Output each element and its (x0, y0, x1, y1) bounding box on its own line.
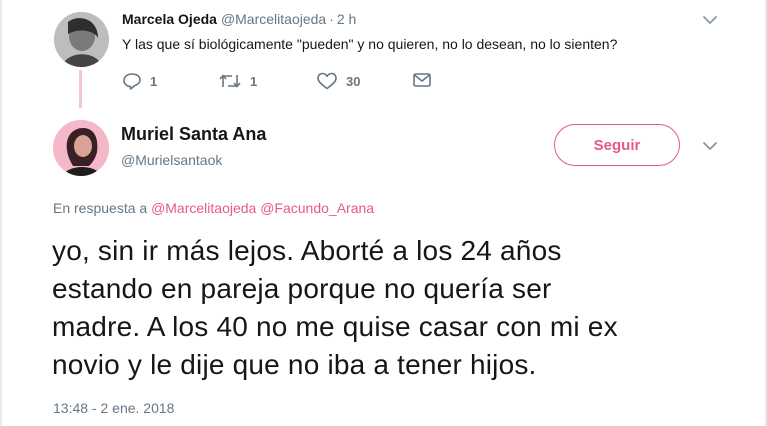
follow-button[interactable]: Seguir (554, 124, 680, 166)
avatar[interactable] (53, 120, 109, 176)
tweet-text-line: madre. A los 40 no me quise casar con mi… (52, 311, 618, 342)
tweet-time[interactable]: 2 h (337, 11, 356, 27)
reply-button[interactable]: 1 (122, 72, 157, 90)
tweet-timestamp[interactable]: 13:48 - 2 ene. 2018 (53, 400, 174, 416)
mention-link[interactable]: @Marcelitaojeda (151, 200, 256, 216)
avatar-photo (53, 120, 109, 176)
like-icon (317, 72, 337, 90)
parent-tweet-text: Y las que sí biológicamente "pueden" y n… (122, 36, 618, 52)
tweet-text-line: novio y le dije que no iba a tener hijos… (52, 349, 537, 380)
retweet-icon (219, 74, 241, 88)
parent-tweet-header: Marcela Ojeda @Marcelitaojeda · 2 h (122, 11, 356, 27)
reply-prefix: En respuesta a (53, 200, 148, 216)
main-tweet-text: yo, sin ir más lejos. Aborté a los 24 añ… (52, 232, 742, 384)
tweet-text-line: yo, sin ir más lejos. Aborté a los 24 añ… (52, 235, 562, 266)
thread-connector (79, 70, 82, 108)
author-name[interactable]: Marcela Ojeda (122, 11, 217, 27)
reply-context: En respuesta a @Marcelitaojeda @Facundo_… (53, 200, 374, 216)
tweet-text-line: estando en pareja porque no quería ser (52, 273, 552, 304)
like-count: 30 (346, 73, 361, 89)
message-button[interactable] (412, 72, 432, 88)
chevron-down-icon[interactable] (702, 14, 718, 26)
separator-dot: · (329, 11, 334, 27)
reply-icon (123, 73, 141, 90)
author-name[interactable]: Muriel Santa Ana (121, 124, 266, 145)
author-handle[interactable]: @Marcelitaojeda (221, 11, 326, 27)
like-button[interactable]: 30 (316, 72, 360, 90)
avatar-photo (54, 12, 109, 67)
reply-count: 1 (150, 73, 158, 89)
retweet-count: 1 (250, 73, 258, 89)
avatar[interactable] (54, 12, 109, 67)
message-icon (413, 73, 431, 87)
tweet-thread: Marcela Ojeda @Marcelitaojeda · 2 h Y las q… (0, 0, 767, 426)
author-handle[interactable]: @Murielsantaok (121, 152, 222, 168)
mention-link[interactable]: @Facundo_Arana (260, 200, 374, 216)
chevron-down-icon[interactable] (702, 140, 718, 152)
retweet-button[interactable]: 1 (218, 72, 257, 90)
